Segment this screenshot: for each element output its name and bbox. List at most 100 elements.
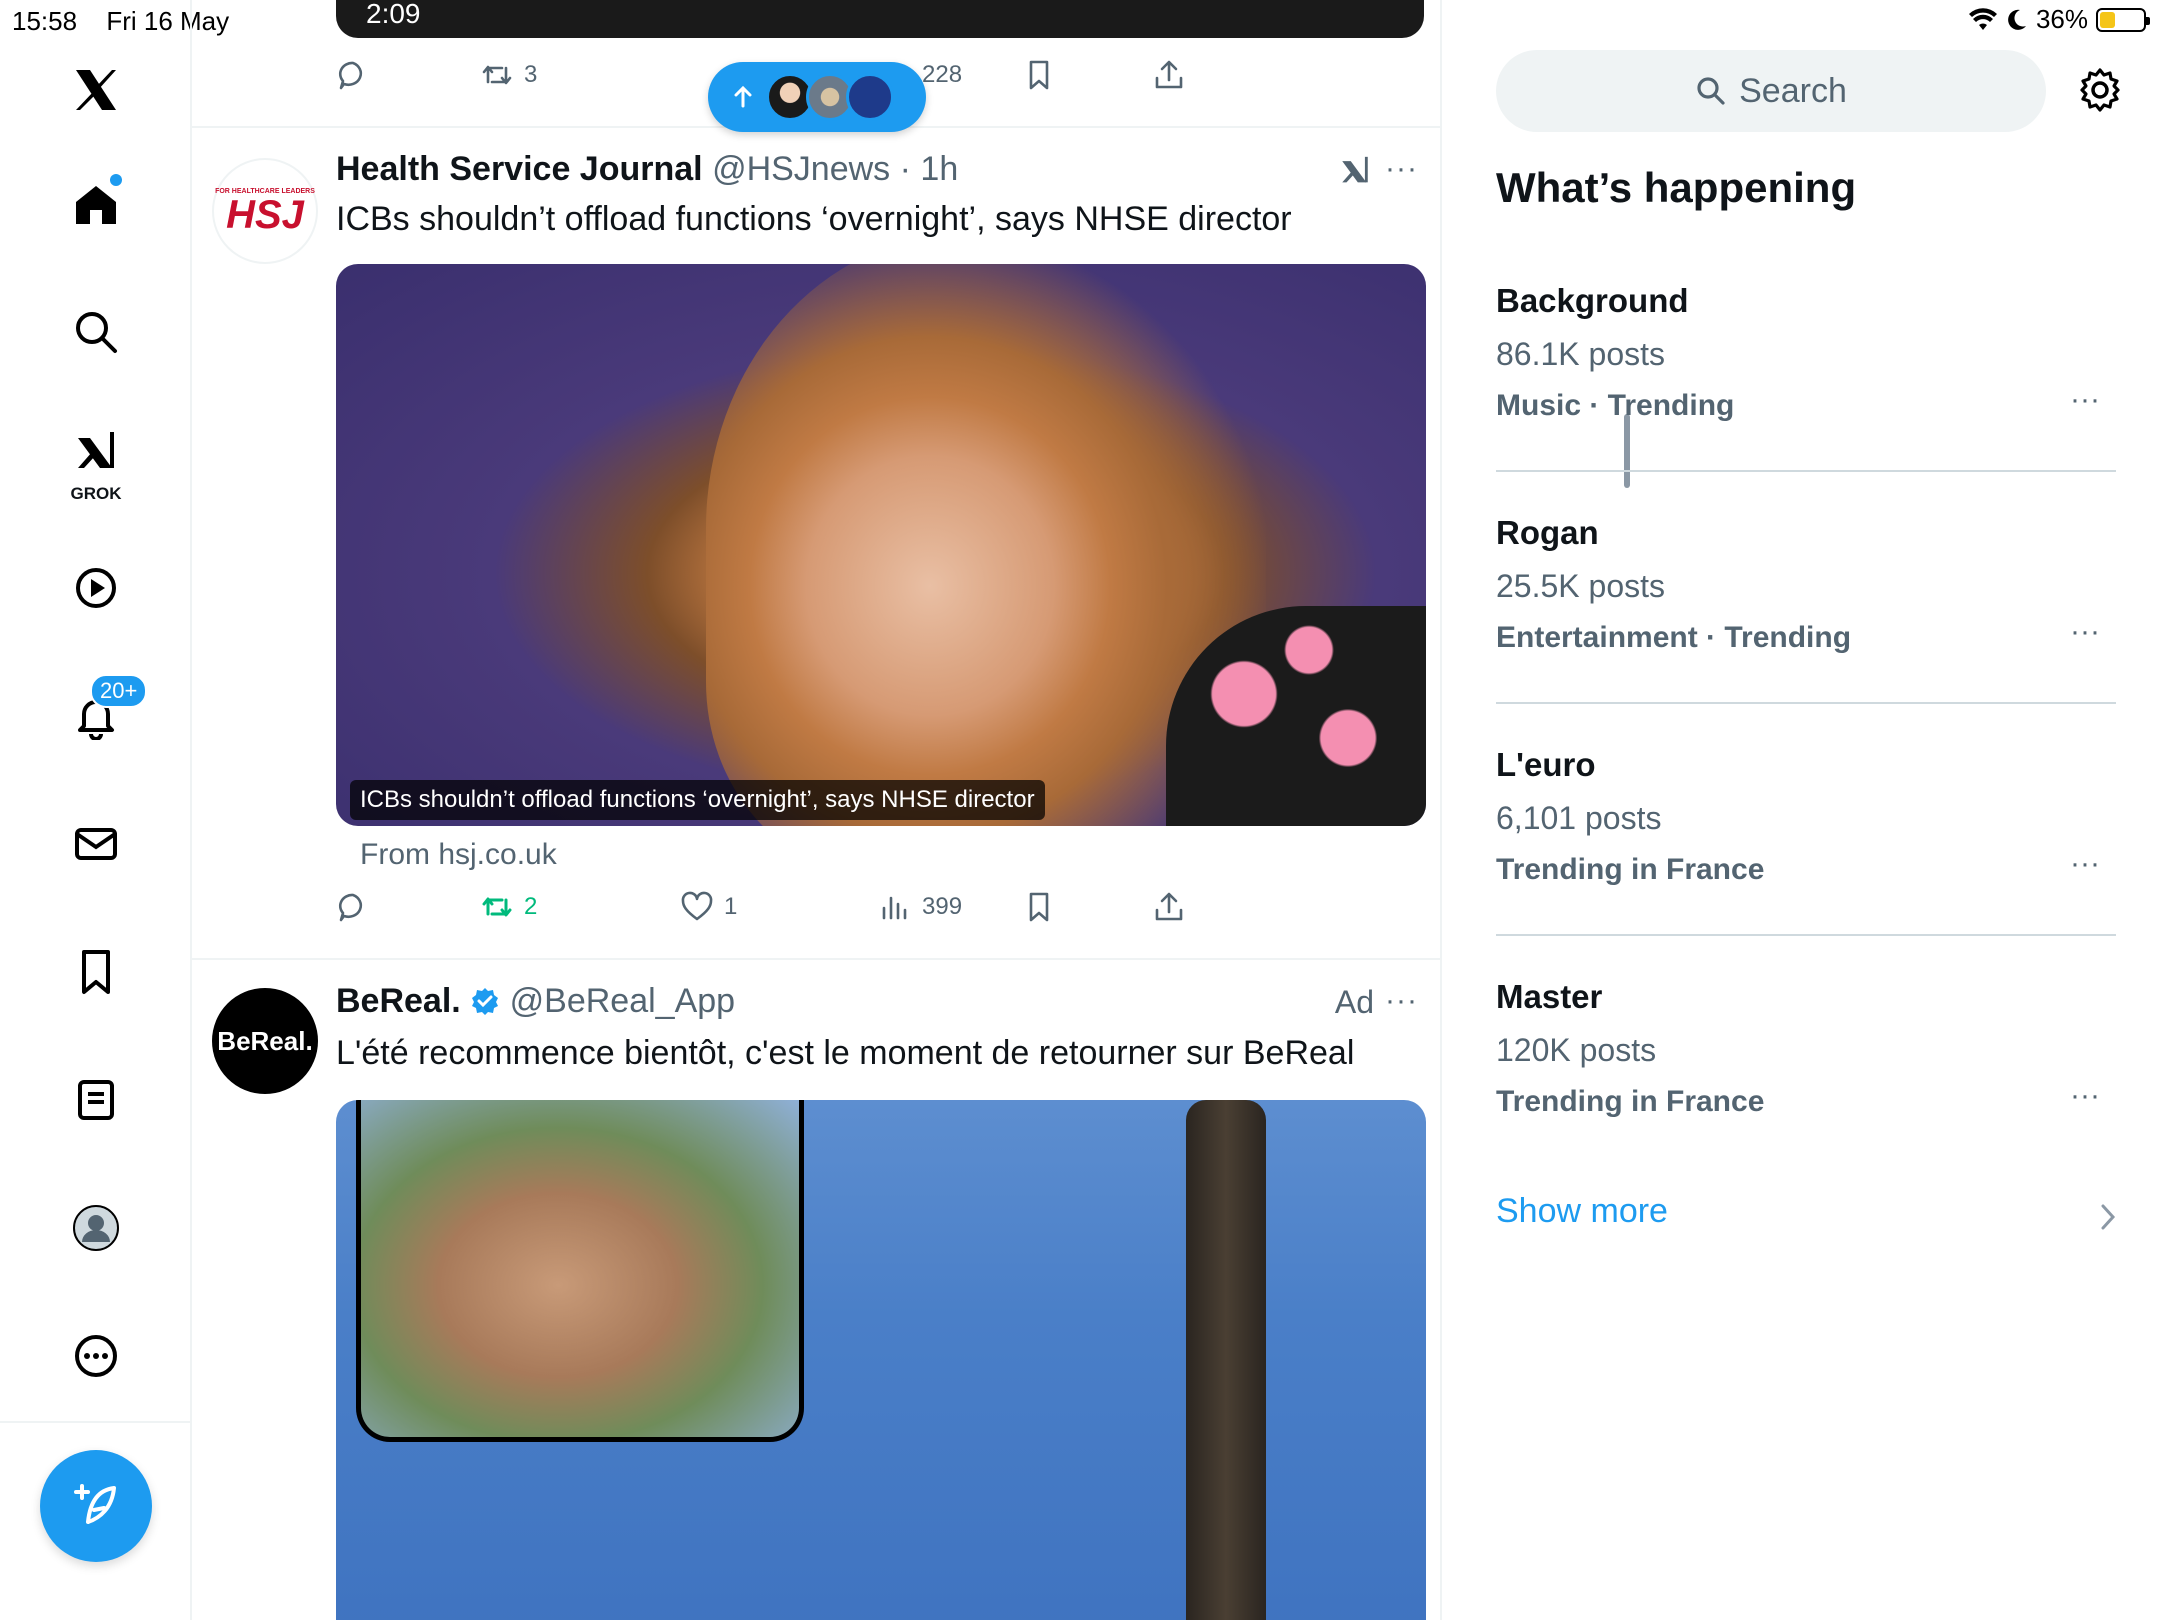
trend-separator (1496, 470, 2116, 472)
trend-category: Trending in France (1496, 853, 1765, 886)
tweet-header: BeReal. @BeReal_App (336, 982, 1426, 1021)
grok-icon[interactable]: GROK (56, 420, 136, 503)
trend-post-count: 25.5K posts (1496, 568, 1665, 604)
reply-icon (338, 893, 363, 922)
trend-item[interactable]: Master 120K posts Trending in France ··· (1496, 978, 2116, 1119)
trend-category: Entertainment · Trending (1496, 621, 1852, 654)
photo-palm-trunk (1186, 1100, 1266, 1620)
tweet-more-menu[interactable]: ··· (1385, 984, 1418, 1018)
profile-avatar-icon[interactable] (56, 1188, 136, 1268)
ad-image[interactable] (336, 1100, 1426, 1620)
trend-item[interactable]: Background 86.1K posts Music · Trending … (1496, 282, 2116, 423)
left-nav: GROK 20+ (0, 0, 192, 1620)
author-name[interactable]: Health Service Journal (336, 150, 703, 188)
retweet-button[interactable]: 2 (480, 890, 537, 924)
bookmarks-icon[interactable] (56, 932, 136, 1012)
trend-more-menu[interactable]: ··· (2070, 847, 2100, 881)
verified-badge-icon (472, 988, 499, 1015)
bookmark-button[interactable] (1022, 890, 1056, 924)
arrow-up-icon (734, 85, 752, 108)
share-icon (1155, 892, 1183, 921)
battery-icon (2096, 7, 2150, 32)
trend-separator (1496, 934, 2116, 936)
nav-divider (0, 1421, 192, 1423)
author-name[interactable]: BeReal. (336, 982, 461, 1020)
search-icon (1697, 77, 1725, 105)
grok-label: GROK (70, 484, 122, 503)
search-input[interactable]: Search (1496, 50, 2046, 132)
scrollbar-thumb[interactable] (1624, 414, 1630, 488)
share-icon (1155, 60, 1183, 89)
trend-topic: Master (1496, 978, 1603, 1015)
wifi-icon (1968, 7, 1997, 30)
hsj-avatar[interactable]: FOR HEALTHCARE LEADERS HSJ (212, 158, 318, 264)
trend-category: Music · Trending (1496, 389, 1735, 422)
trend-item[interactable]: L'euro 6,101 posts Trending in France ··… (1496, 746, 2116, 887)
video-play-icon[interactable] (56, 548, 136, 628)
trend-separator (1496, 702, 2116, 704)
views-chart-icon (882, 896, 907, 920)
trend-topic: L'euro (1496, 746, 1596, 783)
grok-icon[interactable] (1338, 154, 1372, 188)
trend-more-menu[interactable]: ··· (2070, 1079, 2100, 1113)
bookmark-icon (1029, 60, 1049, 90)
moon-icon (2008, 9, 2026, 30)
heart-icon (681, 891, 713, 921)
tweet-separator (192, 958, 1442, 960)
trend-post-count: 86.1K posts (1496, 336, 1665, 372)
video-media[interactable]: 2:09 (336, 0, 1424, 38)
views-count: 399 (922, 893, 963, 920)
share-button[interactable] (1152, 890, 1186, 924)
link-card-image[interactable]: ICBs shouldn’t offload functions ‘overni… (336, 264, 1426, 826)
trend-post-count: 6,101 posts (1496, 800, 1662, 836)
timeline-feed[interactable]: 2:09 3 228 FOR HEALTHCARE LEADERS HSJ He… (192, 0, 1630, 1620)
tweet-actions: 2 1 399 (336, 890, 1336, 934)
show-more-link[interactable]: Show more (1496, 1192, 1668, 1231)
video-duration: 2:09 (366, 0, 421, 29)
x-logo-icon[interactable] (56, 50, 136, 130)
bereal-selfie-inset (356, 1100, 804, 1442)
author-handle[interactable]: @HSJnews (712, 150, 890, 188)
like-button[interactable]: 1 (680, 890, 737, 924)
trend-more-menu[interactable]: ··· (2070, 615, 2100, 649)
tweet-time: · 1h (899, 150, 959, 188)
compose-feather-icon (74, 1484, 116, 1524)
link-card-source[interactable]: From hsj.co.uk (360, 838, 557, 872)
messages-envelope-icon[interactable] (56, 804, 136, 884)
reply-button[interactable] (336, 890, 370, 924)
tweet-text: L'été recommence bientôt, c'est le momen… (336, 1034, 1355, 1072)
trend-category: Trending in France (1496, 1085, 1765, 1118)
tweet-header: Health Service Journal @HSJnews · 1h (336, 150, 1426, 189)
trend-topic: Background (1496, 282, 1689, 319)
more-options-icon[interactable] (56, 1316, 136, 1396)
like-count: 1 (724, 893, 738, 920)
status-bar-right: 36% (1968, 4, 2150, 35)
bookmark-icon (1029, 892, 1049, 922)
compose-post-button[interactable] (40, 1450, 152, 1562)
author-handle[interactable]: @BeReal_App (510, 982, 735, 1020)
home-unread-dot (110, 174, 122, 186)
home-icon[interactable] (56, 164, 136, 244)
bookmark-button[interactable] (1022, 58, 1056, 92)
notifications-bell-icon[interactable]: 20+ (56, 674, 148, 756)
trend-topic: Rogan (1496, 514, 1599, 551)
trend-item[interactable]: Rogan 25.5K posts Entertainment · Trendi… (1496, 514, 2116, 655)
explore-search-icon[interactable] (56, 292, 136, 372)
views-button[interactable]: 399 (878, 890, 962, 924)
retweet-count: 2 (524, 893, 538, 920)
link-card-caption: ICBs shouldn’t offload functions ‘overni… (350, 780, 1045, 820)
trend-more-menu[interactable]: ··· (2070, 383, 2100, 417)
tweet-more-menu[interactable]: ··· (1385, 152, 1418, 186)
new-posts-pill[interactable] (708, 62, 926, 132)
settings-gear-icon[interactable] (2076, 66, 2124, 114)
search-placeholder: Search (1739, 71, 1847, 110)
bereal-avatar[interactable]: BeReal. (212, 988, 318, 1094)
retweet-button[interactable]: 3 (480, 58, 537, 92)
reply-button[interactable] (336, 58, 370, 92)
chevron-right-icon (2101, 1204, 2116, 1230)
trend-post-count: 120K posts (1496, 1032, 1657, 1068)
lists-icon[interactable] (56, 1060, 136, 1140)
ad-label: Ad (1334, 984, 1374, 1020)
retweet-icon (482, 65, 512, 85)
share-button[interactable] (1152, 58, 1186, 92)
